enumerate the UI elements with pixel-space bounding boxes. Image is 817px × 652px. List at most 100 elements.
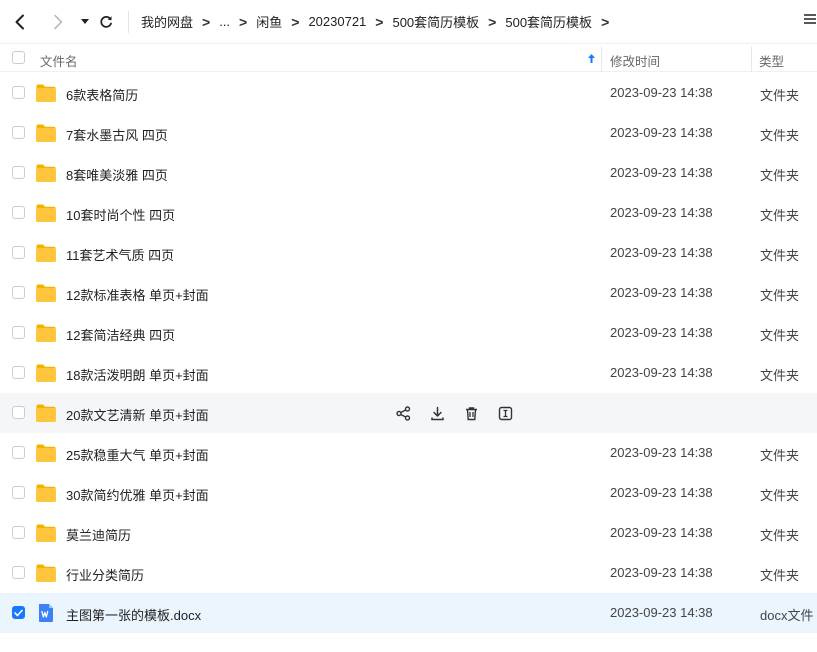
- toolbar-divider: [128, 10, 129, 33]
- caret-down-icon: [81, 18, 89, 24]
- file-row[interactable]: 行业分类简历 2023-09-23 14:38 文件夹: [0, 553, 817, 593]
- file-type: 文件夹: [760, 368, 800, 383]
- file-row[interactable]: 7套水墨古风 四页 2023-09-23 14:38 文件夹: [0, 113, 817, 153]
- folder-icon: [35, 443, 57, 463]
- row-checkbox[interactable]: [12, 166, 25, 179]
- row-checkbox[interactable]: [12, 486, 25, 499]
- file-modified-time: 2023-09-23 14:38: [610, 245, 713, 260]
- file-row[interactable]: 8套唯美淡雅 四页 2023-09-23 14:38 文件夹: [0, 153, 817, 193]
- row-checkbox[interactable]: [12, 366, 25, 379]
- breadcrumb-item-current[interactable]: 500套简历模板: [505, 12, 592, 31]
- folder-icon: [35, 203, 57, 223]
- file-name[interactable]: 7套水墨古风 四页: [66, 125, 168, 144]
- checkmark-icon: [14, 609, 23, 616]
- share-icon[interactable]: [396, 404, 430, 422]
- file-name[interactable]: 30款简约优雅 单页+封面: [66, 485, 209, 504]
- history-dropdown-button[interactable]: [78, 10, 92, 34]
- file-modified-time: 2023-09-23 14:38: [610, 165, 713, 180]
- breadcrumb-item[interactable]: ...: [219, 14, 230, 29]
- forward-button[interactable]: [46, 10, 70, 34]
- file-row[interactable]: 20款文艺清新 单页+封面: [0, 393, 817, 433]
- breadcrumb-item[interactable]: 我的网盘: [141, 12, 193, 31]
- file-list-header: 文件名 修改时间 类型: [0, 44, 817, 72]
- file-name[interactable]: 莫兰迪简历: [66, 525, 131, 544]
- rename-icon[interactable]: [498, 404, 532, 422]
- file-name[interactable]: 12套简洁经典 四页: [66, 325, 175, 344]
- file-row[interactable]: 12款标准表格 单页+封面 2023-09-23 14:38 文件夹: [0, 273, 817, 313]
- folder-icon: [35, 523, 57, 543]
- breadcrumb-item[interactable]: 20230721: [308, 14, 366, 29]
- folder-icon: [35, 563, 57, 583]
- file-name[interactable]: 12款标准表格 单页+封面: [66, 285, 209, 304]
- file-name[interactable]: 6款表格简历: [66, 85, 138, 104]
- file-list: 6款表格简历 2023-09-23 14:38 文件夹 7套水墨古风 四页 2023-0…: [0, 73, 817, 633]
- file-name[interactable]: 主图第一张的模板.docx: [66, 605, 201, 624]
- row-checkbox[interactable]: [12, 286, 25, 299]
- file-name[interactable]: 11套艺术气质 四页: [66, 245, 174, 264]
- folder-icon: [35, 283, 57, 303]
- file-row[interactable]: 25款稳重大气 单页+封面 2023-09-23 14:38 文件夹: [0, 433, 817, 473]
- file-name[interactable]: 行业分类简历: [66, 565, 144, 584]
- file-type: 文件夹: [760, 248, 800, 263]
- row-checkbox[interactable]: [12, 126, 25, 139]
- file-row[interactable]: 6款表格简历 2023-09-23 14:38 文件夹: [0, 73, 817, 113]
- word-doc-icon: [35, 603, 57, 623]
- column-divider[interactable]: [601, 46, 602, 72]
- file-type: 文件夹: [760, 128, 800, 143]
- row-checkbox[interactable]: [12, 406, 25, 419]
- file-type: 文件夹: [760, 288, 800, 303]
- breadcrumb: 我的网盘 > ... > 闲鱼 > 20230721 > 500套简历模板 > …: [141, 0, 618, 44]
- file-row[interactable]: 11套艺术气质 四页 2023-09-23 14:38 文件夹: [0, 233, 817, 273]
- file-modified-time: 2023-09-23 14:38: [610, 525, 713, 540]
- file-name[interactable]: 10套时尚个性 四页: [66, 205, 175, 224]
- select-all-checkbox[interactable]: [12, 51, 25, 64]
- breadcrumb-separator-icon: >: [291, 13, 300, 30]
- row-checkbox[interactable]: [12, 326, 25, 339]
- file-type: 文件夹: [760, 528, 800, 543]
- file-row[interactable]: 30款简约优雅 单页+封面 2023-09-23 14:38 文件夹: [0, 473, 817, 513]
- row-checkbox[interactable]: [12, 566, 25, 579]
- row-checkbox[interactable]: [12, 86, 25, 99]
- file-type: 文件夹: [760, 88, 800, 103]
- folder-icon: [35, 123, 57, 143]
- file-row-selected[interactable]: 主图第一张的模板.docx 2023-09-23 14:38 docx文件: [0, 593, 817, 633]
- row-checkbox[interactable]: [12, 206, 25, 219]
- column-header-type[interactable]: 类型: [759, 51, 784, 70]
- file-row[interactable]: 12套简洁经典 四页 2023-09-23 14:38 文件夹: [0, 313, 817, 353]
- list-view-icon: [804, 14, 816, 24]
- file-type: 文件夹: [760, 168, 800, 183]
- file-name[interactable]: 18款活泼明朗 单页+封面: [66, 365, 209, 384]
- file-modified-time: 2023-09-23 14:38: [610, 85, 713, 100]
- row-checkbox[interactable]: [12, 446, 25, 459]
- file-modified-time: 2023-09-23 14:38: [610, 285, 713, 300]
- file-type: 文件夹: [760, 208, 800, 223]
- back-button[interactable]: [8, 10, 32, 34]
- column-header-modified[interactable]: 修改时间: [610, 51, 660, 70]
- file-row[interactable]: 18款活泼明朗 单页+封面 2023-09-23 14:38 文件夹: [0, 353, 817, 393]
- file-type: 文件夹: [760, 488, 800, 503]
- folder-icon: [35, 403, 57, 423]
- file-name[interactable]: 20款文艺清新 单页+封面: [66, 405, 209, 424]
- file-modified-time: 2023-09-23 14:38: [610, 445, 713, 460]
- breadcrumb-item[interactable]: 闲鱼: [256, 12, 282, 31]
- row-checkbox[interactable]: [12, 246, 25, 259]
- file-row[interactable]: 10套时尚个性 四页 2023-09-23 14:38 文件夹: [0, 193, 817, 233]
- file-name[interactable]: 8套唯美淡雅 四页: [66, 165, 168, 184]
- breadcrumb-separator-icon: >: [488, 13, 497, 30]
- folder-icon: [35, 243, 57, 263]
- file-modified-time: 2023-09-23 14:38: [610, 365, 713, 380]
- row-checkbox[interactable]: [12, 526, 25, 539]
- file-type: 文件夹: [760, 568, 800, 583]
- delete-icon[interactable]: [464, 404, 498, 422]
- breadcrumb-item[interactable]: 500套简历模板: [392, 12, 479, 31]
- sort-ascending-icon[interactable]: [587, 52, 596, 67]
- view-options-button[interactable]: [803, 12, 817, 32]
- download-icon[interactable]: [430, 404, 464, 422]
- row-hover-actions: [396, 404, 532, 422]
- file-name[interactable]: 25款稳重大气 单页+封面: [66, 445, 209, 464]
- column-header-name[interactable]: 文件名: [40, 51, 78, 70]
- column-divider[interactable]: [751, 46, 752, 72]
- refresh-button[interactable]: [94, 10, 118, 34]
- file-row[interactable]: 莫兰迪简历 2023-09-23 14:38 文件夹: [0, 513, 817, 553]
- row-checkbox[interactable]: [12, 606, 25, 619]
